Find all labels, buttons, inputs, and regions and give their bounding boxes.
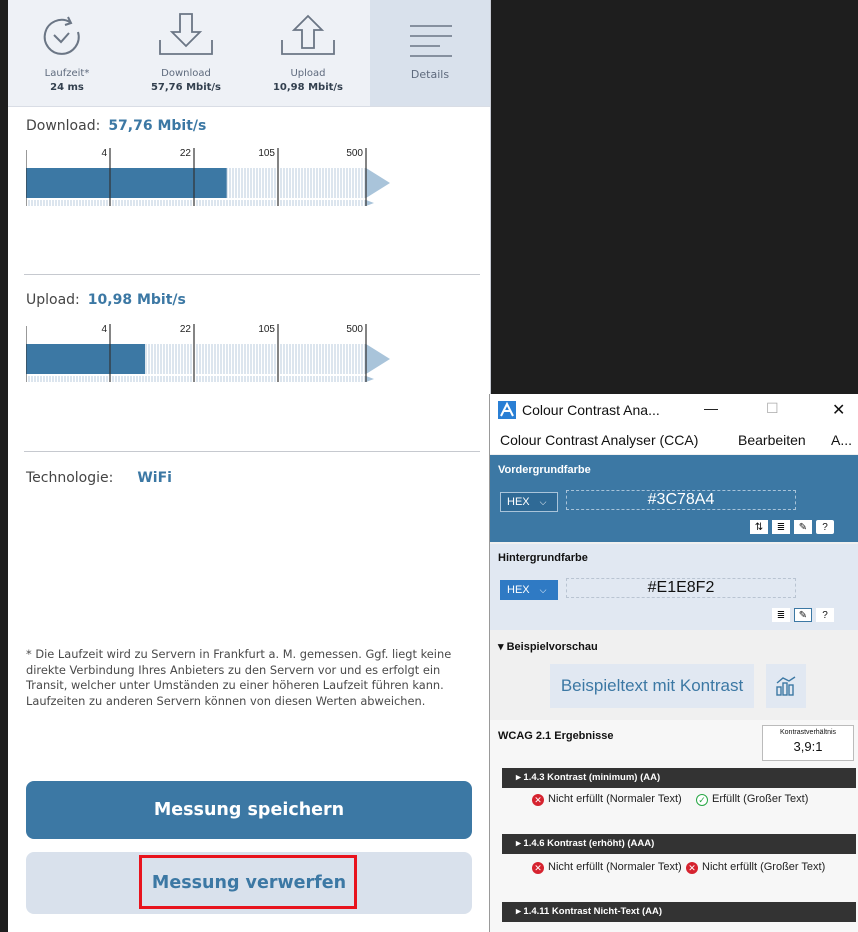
wcag-title: WCAG 2.1 Ergebnisse: [498, 730, 614, 742]
tab-laufzeit[interactable]: Laufzeit* 24 ms: [8, 0, 126, 106]
sliders-icon[interactable]: ≣: [772, 608, 790, 622]
tab-download-label: Download: [161, 68, 211, 79]
criterion-1-4-3-normal-result: ✕ Nicht erfüllt (Normaler Text): [532, 794, 692, 806]
download-bar-arrow: [366, 168, 390, 198]
download-heading: Download: 57,76 Mbit/s: [26, 118, 206, 134]
download-scale-label: 4: [101, 148, 107, 159]
window-title: Colour Contrast Ana...: [522, 402, 660, 418]
eyedropper-icon[interactable]: ✎: [794, 520, 812, 534]
background-label: Hintergrundfarbe: [498, 552, 588, 564]
download-bar-fill: [26, 168, 227, 198]
minimize-button[interactable]: —: [704, 400, 718, 416]
upload-heading: Upload: 10,98 Mbit/s: [26, 292, 186, 308]
criterion-1-4-3-header[interactable]: ▸ 1.4.3 Kontrast (minimum) (AA): [502, 768, 856, 788]
upload-arrow-icon: [281, 14, 335, 55]
upload-speed-bar: 4 22 105 500: [26, 324, 390, 382]
chevron-down-icon: ⌵: [539, 584, 547, 595]
clock-refresh-icon: [43, 16, 80, 55]
criterion-1-4-6-normal-text: Nicht erfüllt (Normaler Text): [548, 861, 682, 873]
upload-scale-label: 22: [180, 324, 192, 335]
menu-more[interactable]: A...: [831, 432, 852, 448]
fail-icon: ✕: [532, 794, 544, 806]
tab-download-value: 57,76 Mbit/s: [150, 82, 222, 93]
section-divider: [24, 274, 480, 275]
tab-laufzeit-label: Laufzeit*: [44, 68, 90, 79]
tab-laufzeit-value: 24 ms: [50, 82, 84, 93]
foreground-format-value: HEX: [507, 496, 530, 508]
save-measurement-button[interactable]: Messung speichern: [26, 781, 472, 839]
tab-upload-value: 10,98 Mbit/s: [272, 82, 344, 93]
menu-bar: Colour Contrast Analyser (CCA) Bearbeite…: [490, 426, 858, 454]
background-panel: Hintergrundfarbe HEX ⌵ #E1E8F2 ≣ ✎ ?: [490, 544, 858, 630]
highlight-frame: [139, 855, 357, 909]
foreground-panel: Vordergrundfarbe HEX ⌵ #3C78A4 ⇅ ≣ ✎ ?: [490, 455, 858, 542]
fail-icon: ✕: [686, 862, 698, 874]
sliders-icon[interactable]: ≣: [772, 520, 790, 534]
download-scale-label: 500: [346, 148, 363, 159]
help-icon[interactable]: ?: [816, 608, 834, 622]
technology-row: Technologie: WiFi: [26, 470, 172, 486]
upload-scale-label: 4: [101, 324, 107, 335]
foreground-format-select[interactable]: HEX ⌵: [500, 492, 558, 512]
download-scale-label: 105: [258, 148, 275, 159]
criterion-1-4-3-large-text: Erfüllt (Großer Text): [712, 793, 809, 805]
criterion-1-4-6-header[interactable]: ▸ 1.4.6 Kontrast (erhöht) (AAA): [502, 834, 856, 854]
criterion-1-4-6-normal-result: ✕ Nicht erfüllt (Normaler Text): [532, 862, 692, 874]
contrast-ratio-value: 3,9:1: [793, 739, 823, 754]
upload-bar-arrow-lower: [366, 376, 374, 382]
upload-bar-arrow: [366, 344, 390, 374]
menu-edit[interactable]: Bearbeiten: [738, 432, 806, 448]
download-speed-bar: 4 22 105 500: [26, 148, 390, 206]
contrast-ratio-box: Kontrastverhältnis 3,9:1: [762, 725, 854, 761]
download-value: 57,76 Mbit/s: [108, 118, 207, 134]
background-format-select[interactable]: HEX ⌵: [500, 580, 558, 600]
colour-contrast-analyser-window: Colour Contrast Ana... — ☐ ✕ Colour Cont…: [489, 394, 858, 932]
maximize-button[interactable]: ☐: [766, 400, 779, 417]
upload-scale-label: 500: [346, 324, 363, 335]
foreground-label: Vordergrundfarbe: [498, 464, 591, 476]
upload-scale-label: 105: [258, 324, 275, 335]
background-format-value: HEX: [507, 584, 530, 596]
fail-icon: ✕: [532, 862, 544, 874]
window-titlebar: Colour Contrast Ana... — ☐ ✕: [490, 394, 858, 426]
eyedropper-icon[interactable]: ✎: [794, 608, 812, 622]
chevron-down-icon: ⌵: [539, 496, 547, 507]
upload-value: 10,98 Mbit/s: [87, 292, 186, 308]
criterion-1-4-6-large-text: Nicht erfüllt (Großer Text): [702, 861, 826, 873]
background-hex-input[interactable]: #E1E8F2: [566, 578, 796, 598]
download-title: Download:: [26, 118, 101, 134]
upload-title: Upload:: [26, 292, 80, 308]
download-bar-arrow-lower: [366, 200, 374, 206]
close-button[interactable]: ✕: [832, 400, 845, 420]
menu-lines-icon: [410, 25, 452, 57]
help-icon[interactable]: ?: [816, 520, 834, 534]
criterion-1-4-3-normal-text: Nicht erfüllt (Normaler Text): [548, 793, 682, 805]
speedtest-app-panel: Laufzeit* 24 ms Download 57,76 Mbit/s Up…: [8, 0, 491, 932]
tab-download[interactable]: Download 57,76 Mbit/s: [126, 0, 246, 106]
section-divider: [24, 451, 480, 452]
download-arrow-icon: [159, 13, 213, 55]
foreground-hex-input[interactable]: #3C78A4: [566, 490, 796, 510]
tab-upload-label: Upload: [290, 68, 326, 79]
criterion-1-4-3-large-result: ✓ Erfüllt (Großer Text): [696, 794, 856, 806]
cca-logo-icon: [498, 401, 516, 419]
pass-check-icon: ✓: [696, 794, 708, 806]
tab-details-label: Details: [410, 68, 450, 81]
download-scale-label: 22: [180, 148, 192, 159]
preview-heading[interactable]: ▾ Beispielvorschau: [498, 640, 598, 653]
technology-label: Technologie:: [26, 470, 114, 486]
contrast-ratio-label: Kontrastverhältnis: [779, 729, 837, 736]
preview-sample-text: Beispieltext mit Kontrast: [550, 664, 754, 708]
upload-bar-fill: [26, 344, 145, 374]
latency-footnote: * Die Laufzeit wird zu Servern in Frankf…: [26, 647, 452, 708]
chart-preview-icon[interactable]: [766, 664, 806, 708]
tab-details[interactable]: Details: [370, 0, 490, 106]
swap-colors-icon[interactable]: ⇅: [750, 520, 768, 534]
result-tabs: Laufzeit* 24 ms Download 57,76 Mbit/s Up…: [8, 0, 490, 107]
menu-app[interactable]: Colour Contrast Analyser (CCA): [500, 432, 698, 448]
technology-value: WiFi: [137, 470, 172, 486]
tab-upload[interactable]: Upload 10,98 Mbit/s: [246, 0, 370, 106]
criterion-1-4-11-header[interactable]: ▸ 1.4.11 Kontrast Nicht-Text (AA): [502, 902, 856, 922]
criterion-1-4-6-large-result: ✕ Nicht erfüllt (Großer Text): [686, 862, 858, 874]
